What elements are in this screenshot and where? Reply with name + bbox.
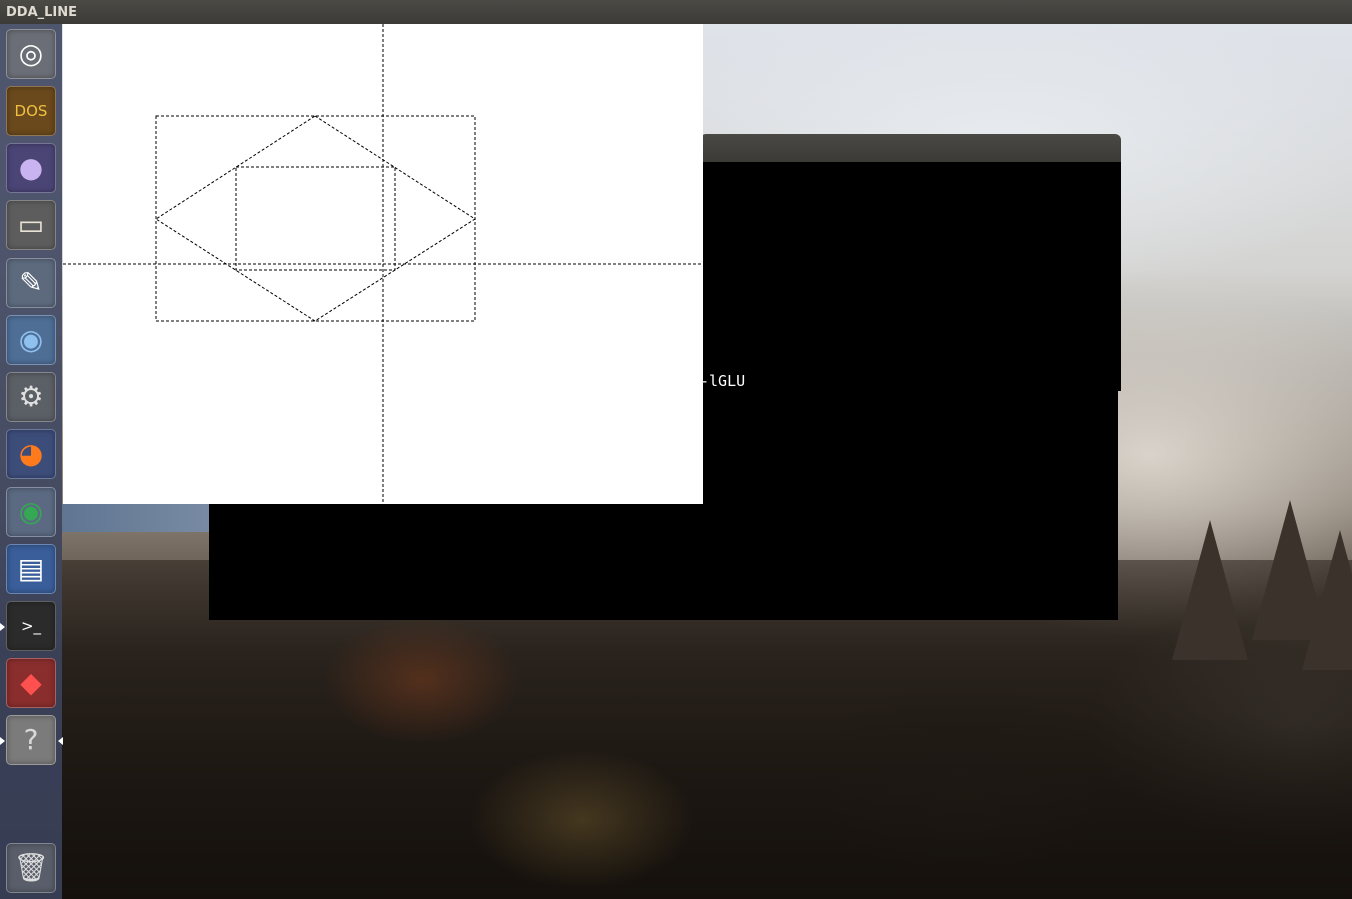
terminal-titlebar[interactable] bbox=[700, 134, 1121, 162]
diamond-shape bbox=[155, 115, 476, 322]
help-icon[interactable]: ? bbox=[6, 715, 56, 765]
terminal-glyph: >_ bbox=[20, 616, 42, 635]
files-glyph: ▭ bbox=[17, 208, 45, 241]
firefox-glyph: ◕ bbox=[18, 437, 44, 470]
text-editor-glyph: ✎ bbox=[19, 266, 43, 299]
eclipse-icon[interactable]: ● bbox=[6, 143, 56, 193]
files-icon[interactable]: ▭ bbox=[6, 200, 56, 250]
trash-glyph: 🗑 bbox=[13, 851, 49, 884]
terminal-output-text: -lGLU bbox=[700, 372, 746, 390]
dda-line-window[interactable] bbox=[63, 24, 703, 504]
running-indicator bbox=[0, 737, 5, 745]
eclipse-glyph: ● bbox=[18, 151, 44, 184]
running-indicator bbox=[0, 623, 5, 631]
inner-rectangle bbox=[235, 166, 396, 271]
app-red-glyph: ◆ bbox=[20, 666, 42, 699]
dosbox-icon[interactable]: DOS bbox=[6, 86, 56, 136]
trash-icon[interactable]: 🗑 bbox=[6, 843, 56, 893]
background-window-strip bbox=[62, 504, 219, 532]
outer-rectangle bbox=[155, 115, 476, 322]
dda-drawing-canvas bbox=[63, 24, 703, 504]
app-red-icon[interactable]: ◆ bbox=[6, 658, 56, 708]
help-glyph: ? bbox=[23, 723, 39, 756]
system-settings-icon[interactable]: ⚙ bbox=[6, 372, 56, 422]
ubuntu-dash-glyph: ◎ bbox=[18, 37, 44, 70]
running-indicator bbox=[58, 737, 63, 745]
active-window-title: DDA_LINE bbox=[6, 4, 78, 20]
top-panel: DDA_LINE bbox=[0, 0, 1352, 24]
chrome-glyph: ◉ bbox=[18, 495, 44, 528]
text-editor-icon[interactable]: ✎ bbox=[6, 258, 56, 308]
dosbox-glyph: DOS bbox=[14, 101, 48, 120]
terminal-body-edge bbox=[1118, 162, 1121, 391]
ubuntu-dash-icon[interactable]: ◎ bbox=[6, 29, 56, 79]
launcher: ◎ DOS ● ▭ ✎ ◉ ⚙ ◕ ◉ ▤ >_ ◆? 🗑 bbox=[0, 24, 63, 899]
terminal-icon[interactable]: >_ bbox=[6, 601, 56, 651]
firefox-icon[interactable]: ◕ bbox=[6, 429, 56, 479]
chrome-icon[interactable]: ◉ bbox=[6, 487, 56, 537]
libreoffice-writer-icon[interactable]: ▤ bbox=[6, 544, 56, 594]
terminal-body[interactable] bbox=[700, 162, 1121, 391]
chromium-icon[interactable]: ◉ bbox=[6, 315, 56, 365]
libreoffice-writer-glyph: ▤ bbox=[17, 552, 45, 585]
system-settings-glyph: ⚙ bbox=[18, 380, 44, 413]
chromium-glyph: ◉ bbox=[18, 323, 44, 356]
